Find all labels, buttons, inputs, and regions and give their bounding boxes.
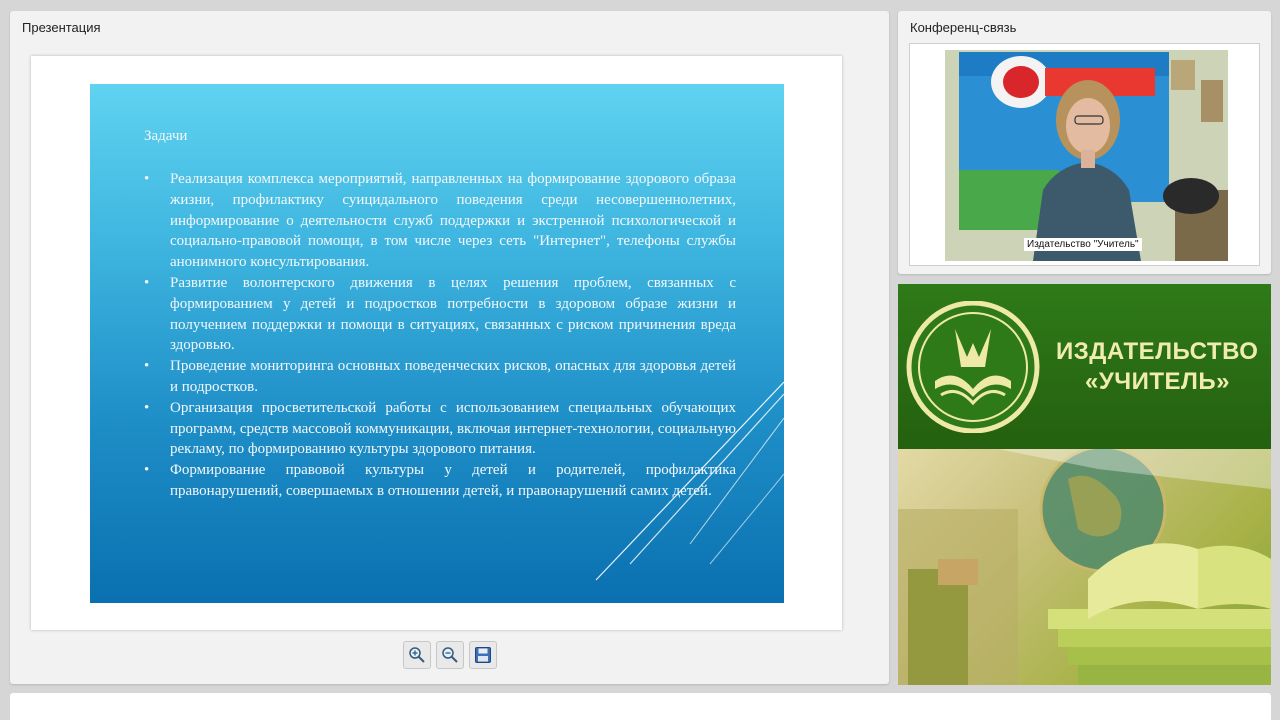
video-frame: Издательство "Учитель"	[909, 43, 1260, 266]
slide-bullet-item: Реализация комплекса мероприятий, направ…	[144, 169, 736, 273]
participant-video[interactable]: Издательство "Учитель"	[945, 50, 1228, 261]
banner-title-line2: «УЧИТЕЛЬ»	[1085, 368, 1230, 395]
presentation-panel-title: Презентация	[22, 20, 101, 35]
publisher-banner: ИЗДАТЕЛЬСТВО «УЧИТЕЛЬ»	[898, 284, 1271, 685]
save-button[interactable]	[469, 641, 497, 669]
slide-heading: Задачи	[144, 128, 188, 144]
conference-panel-title: Конференц-связь	[910, 20, 1017, 35]
slide-decorative-lines	[595, 381, 784, 581]
slide-viewer[interactable]: Задачи Реализация комплекса мероприятий,…	[31, 56, 842, 630]
bottom-panel	[10, 693, 1271, 720]
save-icon	[475, 647, 491, 663]
presentation-panel: Презентация Задачи Реализация комплекса …	[10, 11, 889, 684]
publisher-logo	[906, 301, 1040, 433]
conference-panel: Конференц-связь Издательство "Учитель"	[898, 11, 1271, 274]
video-scene	[945, 50, 1228, 261]
banner-header: ИЗДАТЕЛЬСТВО «УЧИТЕЛЬ»	[898, 284, 1271, 449]
banner-books-image	[898, 445, 1271, 685]
zoom-out-button[interactable]	[436, 641, 464, 669]
zoom-in-icon	[409, 647, 425, 663]
slide-bullet-item: Развитие волонтерского движения в целях …	[144, 273, 736, 356]
zoom-out-icon	[442, 647, 458, 663]
books-globe-illustration	[898, 445, 1271, 685]
banner-title-line1: ИЗДАТЕЛЬСТВО	[1056, 338, 1259, 365]
slide: Задачи Реализация комплекса мероприятий,…	[90, 84, 784, 603]
participant-name-label: Издательство "Учитель"	[1024, 238, 1142, 251]
zoom-in-button[interactable]	[403, 641, 431, 669]
